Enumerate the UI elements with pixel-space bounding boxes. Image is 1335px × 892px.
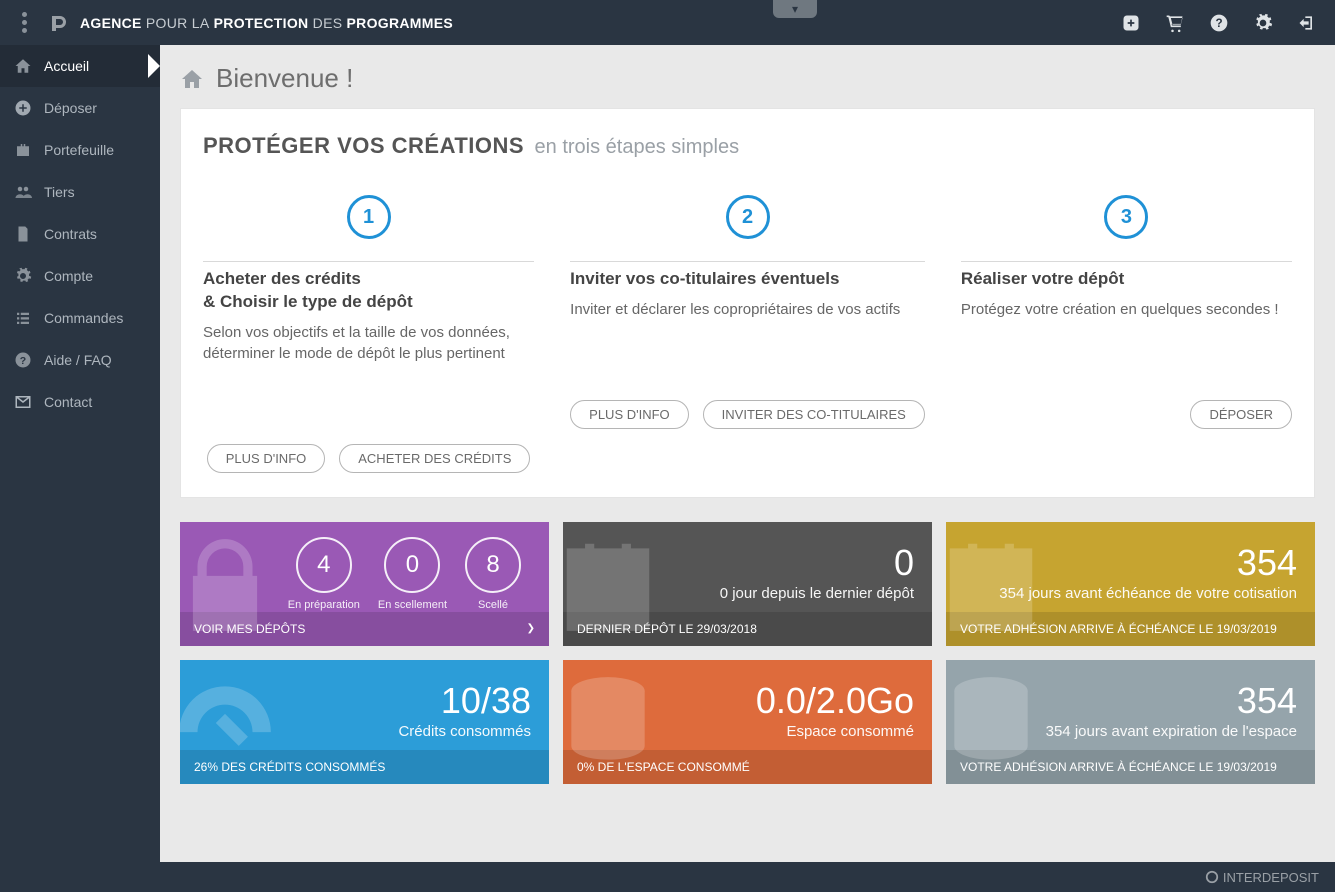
home-icon [14, 57, 32, 75]
space-value: 0.0/2.0Go [756, 683, 914, 719]
chevron-right-icon: ❯ [527, 623, 535, 634]
main-content: Bienvenue ! PROTÉGER VOS CRÉATIONS en tr… [160, 45, 1335, 862]
credits-value: 10/38 [441, 683, 531, 719]
cotisation-label: 354 jours avant échéance de votre cotisa… [999, 585, 1297, 602]
step-2: 2 Inviter vos co-titulaires éventuels Invi… [570, 195, 925, 473]
sidebar-item-label: Tiers [44, 184, 75, 200]
sidebar-item-label: Déposer [44, 100, 97, 116]
depots-prep-label: En préparation [288, 599, 360, 611]
step-number: 1 [347, 195, 391, 239]
footer-brand[interactable]: INTERDEPOSIT [1223, 870, 1319, 885]
sidebar-item-accueil[interactable]: Accueil [0, 45, 160, 87]
sidebar-item-compte[interactable]: Compte [0, 255, 160, 297]
sidebar: Accueil Déposer Portefeuille Tiers Contrats C… [0, 45, 160, 862]
settings-icon[interactable] [1253, 13, 1273, 33]
dropdown-tab[interactable]: ▾ [773, 0, 817, 18]
step-number: 2 [726, 195, 770, 239]
cotisation-days: 354 [1237, 545, 1297, 581]
step-3-action-1[interactable]: DÉPOSER [1190, 400, 1292, 429]
brand-text: AGENCE POUR LA PROTECTION DES PROGRAMMES [80, 15, 453, 31]
space-label: Espace consommé [786, 723, 914, 740]
logo-icon [48, 11, 72, 35]
sidebar-item-label: Accueil [44, 58, 89, 74]
step-desc: Inviter et déclarer les copropriétaires … [570, 299, 925, 320]
topbar: AGENCE POUR LA PROTECTION DES PROGRAMMES… [0, 0, 1335, 45]
calendar-icon [563, 530, 663, 640]
depots-prep-count: 4 [296, 537, 352, 593]
protect-heading: PROTÉGER VOS CRÉATIONS [203, 133, 524, 158]
credits-label: Crédits consommés [398, 723, 531, 740]
depots-selle-count: 8 [465, 537, 521, 593]
sidebar-item-aide[interactable]: Aide / FAQ [0, 339, 160, 381]
step-2-action-2[interactable]: INVITER DES CO-TITULAIRES [703, 400, 925, 429]
step-1: 1 Acheter des crédits& Choisir le type de… [203, 195, 534, 473]
plus-icon [14, 99, 32, 117]
depots-selle-label: Scellé [478, 599, 508, 611]
file-icon [14, 225, 32, 243]
sidebar-item-deposer[interactable]: Déposer [0, 87, 160, 129]
page-title: Bienvenue ! [180, 63, 1315, 94]
lock-icon [180, 530, 280, 640]
step-3: 3 Réaliser votre dépôt Protégez votre créa… [961, 195, 1292, 473]
help-icon [14, 351, 32, 369]
sidebar-item-tiers[interactable]: Tiers [0, 171, 160, 213]
sidebar-item-commandes[interactable]: Commandes [0, 297, 160, 339]
add-icon[interactable] [1121, 13, 1141, 33]
sidebar-item-label: Contrats [44, 226, 97, 242]
interdeposit-icon [1205, 870, 1219, 884]
sidebar-item-label: Commandes [44, 310, 123, 326]
dashboard-tiles: 4En préparation 0En scellement 8Scellé V… [180, 522, 1315, 784]
tile-last-deposit[interactable]: 00 jour depuis le dernier dépôt DERNIER … [563, 522, 932, 646]
sidebar-item-label: Compte [44, 268, 93, 284]
database-icon [946, 668, 1046, 778]
page-title-text: Bienvenue ! [216, 63, 353, 94]
cart-icon[interactable] [1165, 13, 1185, 33]
sidebar-item-contact[interactable]: Contact [0, 381, 160, 423]
step-1-action-1[interactable]: PLUS D'INFO [207, 444, 326, 473]
step-number: 3 [1104, 195, 1148, 239]
protect-subheading: en trois étapes simples [535, 136, 740, 158]
step-2-action-1[interactable]: PLUS D'INFO [570, 400, 689, 429]
menu-toggle[interactable] [10, 12, 38, 33]
tile-depots[interactable]: 4En préparation 0En scellement 8Scellé V… [180, 522, 549, 646]
depots-scell-count: 0 [384, 537, 440, 593]
step-title: Réaliser votre dépôt [961, 268, 1292, 291]
logout-icon[interactable] [1297, 13, 1317, 33]
list-icon [14, 309, 32, 327]
bottombar: INTERDEPOSIT [0, 862, 1335, 892]
users-icon [14, 183, 32, 201]
sidebar-item-portefeuille[interactable]: Portefeuille [0, 129, 160, 171]
last-deposit-label: 0 jour depuis le dernier dépôt [720, 585, 914, 602]
database-icon [563, 668, 663, 778]
tile-expiration[interactable]: 354 354 jours avant expiration de l'espac… [946, 660, 1315, 784]
step-desc: Protégez votre création en quelques seco… [961, 299, 1292, 320]
step-title: Inviter vos co-titulaires éventuels [570, 268, 925, 291]
expiration-days: 354 [1237, 683, 1297, 719]
tile-space[interactable]: 0.0/2.0GoEspace consommé 0% DE L'ESPACE … [563, 660, 932, 784]
home-icon [180, 67, 204, 91]
step-title: Acheter des crédits& Choisir le type de … [203, 268, 534, 314]
sidebar-item-label: Portefeuille [44, 142, 114, 158]
help-icon[interactable] [1209, 13, 1229, 33]
sidebar-item-contrats[interactable]: Contrats [0, 213, 160, 255]
mail-icon [14, 393, 32, 411]
step-1-action-2[interactable]: ACHETER DES CRÉDITS [339, 444, 530, 473]
brand-block[interactable]: AGENCE POUR LA PROTECTION DES PROGRAMMES [48, 11, 453, 35]
protect-card: PROTÉGER VOS CRÉATIONS en trois étapes s… [180, 108, 1315, 498]
topbar-actions [1121, 13, 1317, 33]
briefcase-icon [14, 141, 32, 159]
gear-icon [14, 267, 32, 285]
gauge-icon [180, 668, 280, 778]
sidebar-item-label: Aide / FAQ [44, 352, 112, 368]
expiration-label: 354 jours avant expiration de l'espace [1046, 723, 1297, 740]
tile-credits[interactable]: 10/38Crédits consommés 26% DES CRÉDITS C… [180, 660, 549, 784]
depots-scell-label: En scellement [378, 599, 447, 611]
step-desc: Selon vos objectifs et la taille de vos … [203, 322, 534, 364]
last-deposit-days: 0 [894, 545, 914, 581]
sidebar-item-label: Contact [44, 394, 92, 410]
tile-cotisation[interactable]: 354 354 jours avant échéance de votre cot… [946, 522, 1315, 646]
